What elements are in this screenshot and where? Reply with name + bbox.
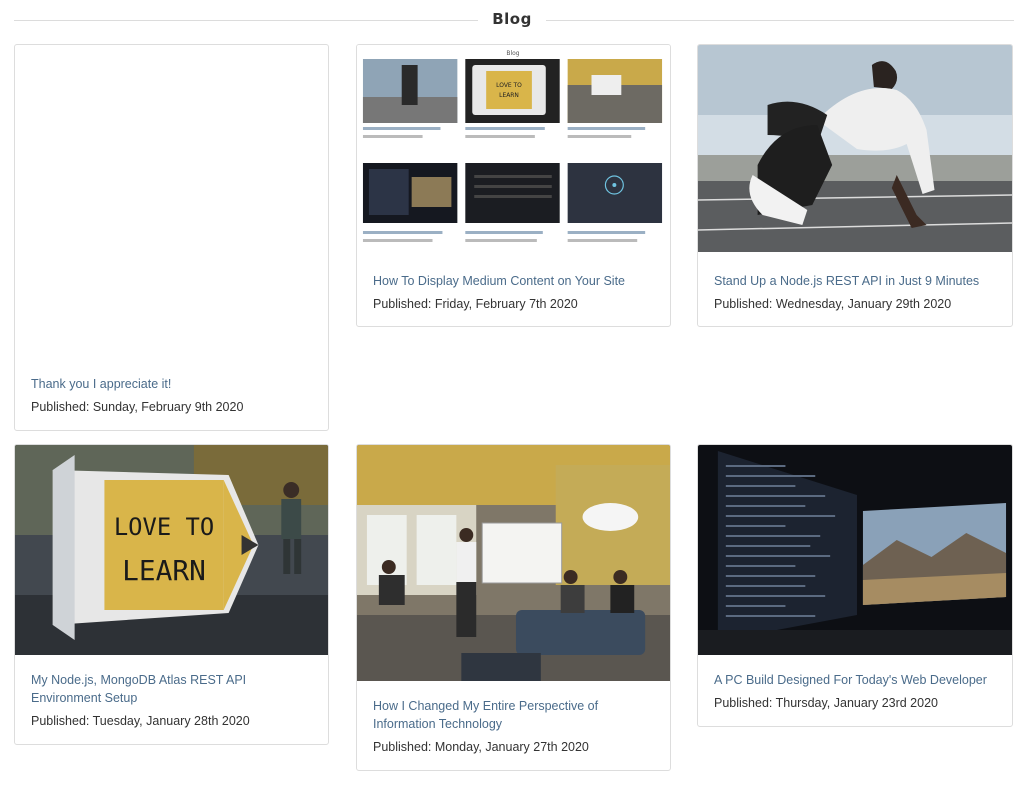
post-date: Published: Thursday, January 23rd 2020: [714, 696, 938, 710]
blog-card[interactable]: A PC Build Designed For Today's Web Deve…: [697, 444, 1013, 727]
svg-text:LOVE TO: LOVE TO: [496, 82, 522, 89]
office-meeting-image: [357, 445, 670, 681]
screenshot-heading: Blog: [506, 50, 519, 57]
section-header: Blog: [14, 8, 1014, 32]
blog-card[interactable]: Stand Up a Node.js REST API in Just 9 Mi…: [697, 44, 1013, 327]
post-title-link[interactable]: How I Changed My Entire Perspective of I…: [373, 697, 658, 733]
post-title-link[interactable]: Stand Up a Node.js REST API in Just 9 Mi…: [714, 272, 1000, 290]
post-date: Published: Sunday, February 9th 2020: [31, 400, 244, 414]
section-title: Blog: [492, 10, 532, 28]
post-date: Published: Monday, January 27th 2020: [373, 740, 589, 754]
divider-left: [14, 20, 478, 21]
blog-card[interactable]: LOVE TO LEARN My Node.js, MongoDB Atlas …: [14, 444, 329, 745]
post-thumbnail[interactable]: LOVE TO LEARN: [15, 445, 328, 655]
post-title-link[interactable]: How To Display Medium Content on Your Si…: [373, 272, 658, 290]
dual-monitor-code-image: [698, 445, 1012, 655]
post-title-link[interactable]: My Node.js, MongoDB Atlas REST API Envir…: [31, 671, 316, 707]
post-date: Published: Tuesday, January 28th 2020: [31, 714, 250, 728]
post-thumbnail[interactable]: [698, 45, 1012, 252]
post-thumbnail[interactable]: [698, 445, 1012, 655]
svg-text:LEARN: LEARN: [499, 92, 519, 99]
blog-card[interactable]: Blog LOVE TO LEARN How To Display Medium…: [356, 44, 671, 327]
post-thumbnail[interactable]: Blog LOVE TO LEARN: [357, 45, 670, 252]
blog-card[interactable]: Thank you I appreciate it! Published: Su…: [14, 44, 329, 431]
post-date: Published: Friday, February 7th 2020: [373, 297, 578, 311]
love-to-learn-sign-image: LOVE TO LEARN: [15, 445, 328, 655]
sign-line-2: LEARN: [122, 554, 206, 587]
post-title-link[interactable]: Thank you I appreciate it!: [31, 375, 316, 393]
post-title-link[interactable]: A PC Build Designed For Today's Web Deve…: [714, 671, 1000, 689]
post-thumbnail[interactable]: [357, 445, 670, 681]
blog-grid-screenshot-image: Blog LOVE TO LEARN: [357, 45, 670, 252]
divider-right: [546, 20, 1014, 21]
post-date: Published: Wednesday, January 29th 2020: [714, 297, 952, 311]
blog-card[interactable]: How I Changed My Entire Perspective of I…: [356, 444, 671, 771]
sign-line-1: LOVE TO: [114, 513, 214, 541]
sprinter-on-track-image: [698, 45, 1012, 252]
blog-page: Blog Thank you I appreciate it! Publishe…: [0, 0, 1030, 785]
